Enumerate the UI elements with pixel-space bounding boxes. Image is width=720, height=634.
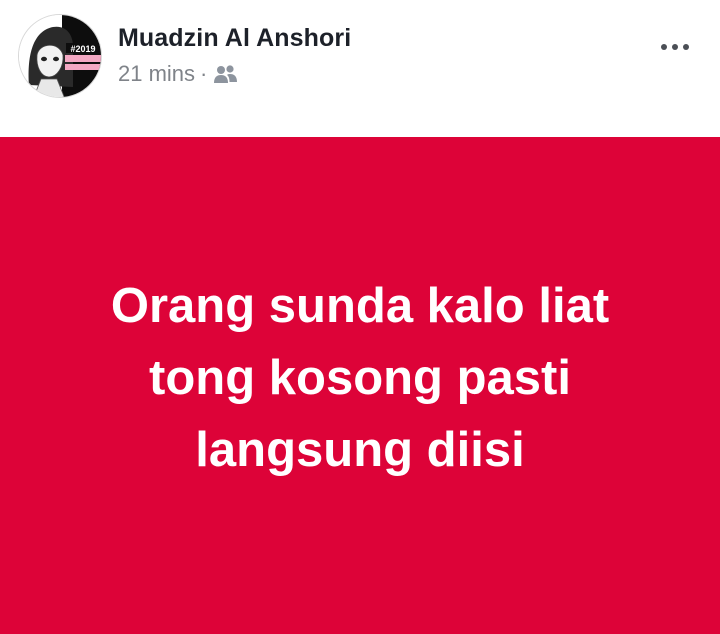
avatar-image: #2019 (19, 15, 101, 97)
friends-icon[interactable] (213, 64, 239, 84)
avatar[interactable]: #2019 (18, 14, 102, 98)
post-meta: 21 mins · (118, 60, 239, 88)
more-options-button[interactable] (652, 32, 698, 62)
author-name[interactable]: Muadzin Al Anshori (118, 24, 351, 53)
more-options-icon (661, 44, 667, 50)
meta-separator: · (200, 61, 208, 86)
avatar-badge: #2019 (70, 44, 95, 54)
post-background-card[interactable]: Orang sunda kalo liat tong kosong pasti … (0, 137, 720, 634)
more-options-dot (672, 44, 678, 50)
post-text-line: langsung diisi (195, 422, 525, 477)
more-options-dot (683, 44, 689, 50)
post-header: #2019 Muadzin Al Anshori 21 mins · (0, 0, 720, 136)
post-timestamp[interactable]: 21 mins (118, 61, 195, 87)
post-text-line: tong kosong pasti (149, 350, 571, 405)
post-text-line: Orang sunda kalo liat (110, 278, 610, 333)
post-text: Orang sunda kalo liat tong kosong pasti … (40, 270, 680, 486)
